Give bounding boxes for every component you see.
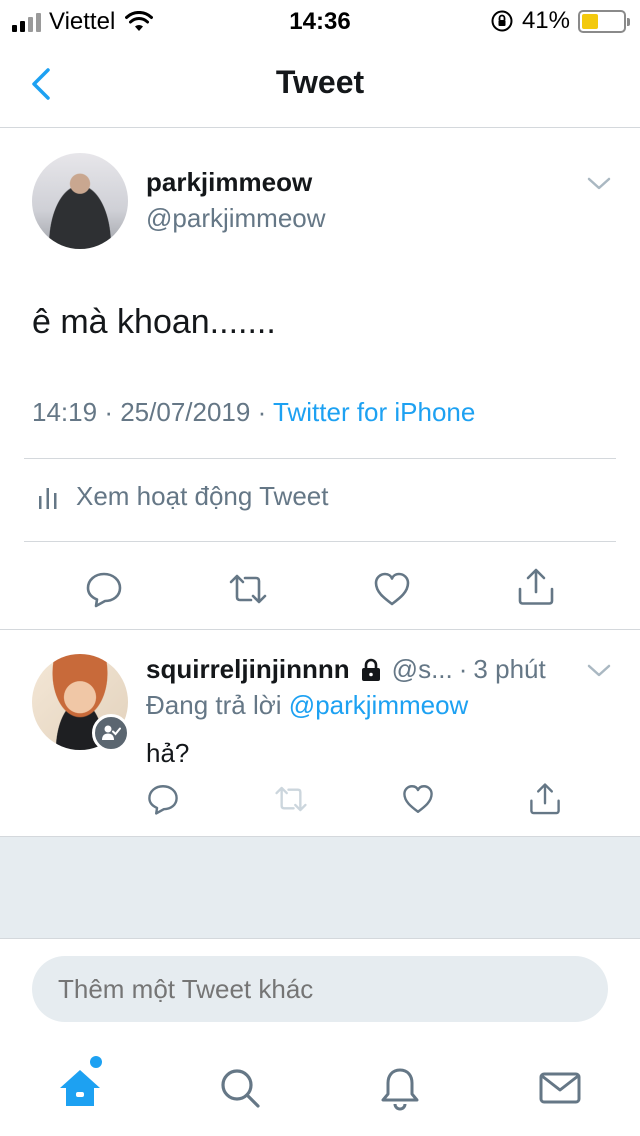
reply-tweet[interactable]: squirreljinjinnnn @s... · 3 phút Đang tr… [0, 630, 640, 836]
meta-separator: · [458, 654, 468, 684]
tweet-text: ê mà khoan....... [32, 303, 276, 341]
meta-separator: · [104, 397, 113, 427]
tweet-actions [0, 561, 640, 629]
search-icon[interactable] [216, 1064, 264, 1112]
replying-to-mention[interactable]: @parkjimmeow [289, 690, 469, 720]
tweet-source-link[interactable]: Twitter for iPhone [273, 397, 475, 427]
battery-percent: 41% [521, 7, 570, 34]
tweet-meta: 14:19 · 25/07/2019 · Twitter for iPhone [32, 397, 475, 428]
bell-icon[interactable] [376, 1064, 424, 1112]
tweet-activity-link[interactable]: Xem hoạt động Tweet [38, 481, 328, 512]
tab-bar [0, 1040, 640, 1136]
page-title: Tweet [275, 64, 365, 100]
tweet-activity-label: Xem hoạt động Tweet [76, 481, 329, 511]
avatar[interactable] [32, 153, 128, 249]
nav-header: Tweet [0, 42, 640, 128]
tweet-time: 14:19 [32, 397, 98, 427]
empty-area [0, 837, 640, 939]
lock-icon [360, 658, 382, 682]
author-handle[interactable]: @parkjimmeow [146, 203, 326, 234]
status-right: 41% [490, 7, 630, 35]
chevron-down-icon[interactable] [586, 175, 612, 193]
replying-to-prefix: Đang trả lời [146, 690, 282, 720]
reply-timestamp: 3 phút [473, 654, 546, 684]
divider [24, 541, 616, 542]
meta-separator: · [257, 397, 267, 427]
battery-fill [582, 13, 599, 29]
reply-author-line: squirreljinjinnnn @s... · 3 phút [146, 654, 546, 685]
divider [24, 458, 616, 459]
mail-icon[interactable] [536, 1064, 584, 1112]
share-icon[interactable] [528, 782, 562, 816]
reply-icon[interactable] [146, 782, 180, 816]
notification-dot [90, 1056, 102, 1068]
retweet-icon[interactable] [228, 569, 268, 609]
heart-icon[interactable] [372, 569, 412, 609]
retweet-icon [275, 786, 307, 812]
reply-icon[interactable] [84, 569, 124, 609]
follow-badge-icon [92, 714, 130, 752]
bar-chart-icon [39, 487, 57, 509]
add-tweet-input[interactable] [32, 956, 608, 1022]
chevron-down-icon[interactable] [586, 662, 612, 680]
person-check-icon [102, 725, 121, 740]
battery-icon [578, 9, 630, 33]
replying-to-line: Đang trả lời @parkjimmeow [146, 690, 468, 721]
reply-author-name[interactable]: squirreljinjinnnn [146, 654, 350, 685]
reply-author-handle[interactable]: @s... [392, 654, 453, 685]
status-bar: Viettel 14:36 41% [0, 0, 640, 42]
author-display-name[interactable]: parkjimmeow [146, 167, 312, 198]
share-icon[interactable] [516, 567, 556, 607]
reply-text: hả? [146, 738, 190, 768]
compose-bar [0, 940, 640, 1040]
home-icon[interactable] [56, 1064, 104, 1112]
tweet-date: 25/07/2019 [120, 397, 251, 427]
heart-icon[interactable] [401, 782, 435, 816]
rotation-lock-icon [491, 10, 513, 32]
